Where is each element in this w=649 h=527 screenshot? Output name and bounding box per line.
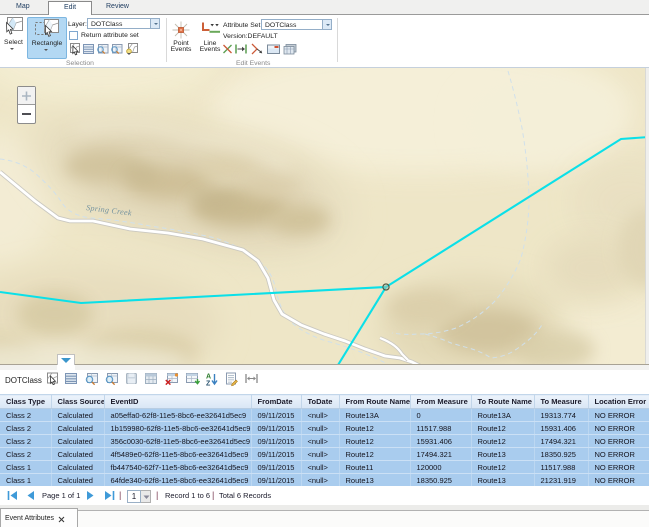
svg-text:A: A	[206, 374, 211, 381]
svg-text:Z: Z	[206, 381, 211, 388]
